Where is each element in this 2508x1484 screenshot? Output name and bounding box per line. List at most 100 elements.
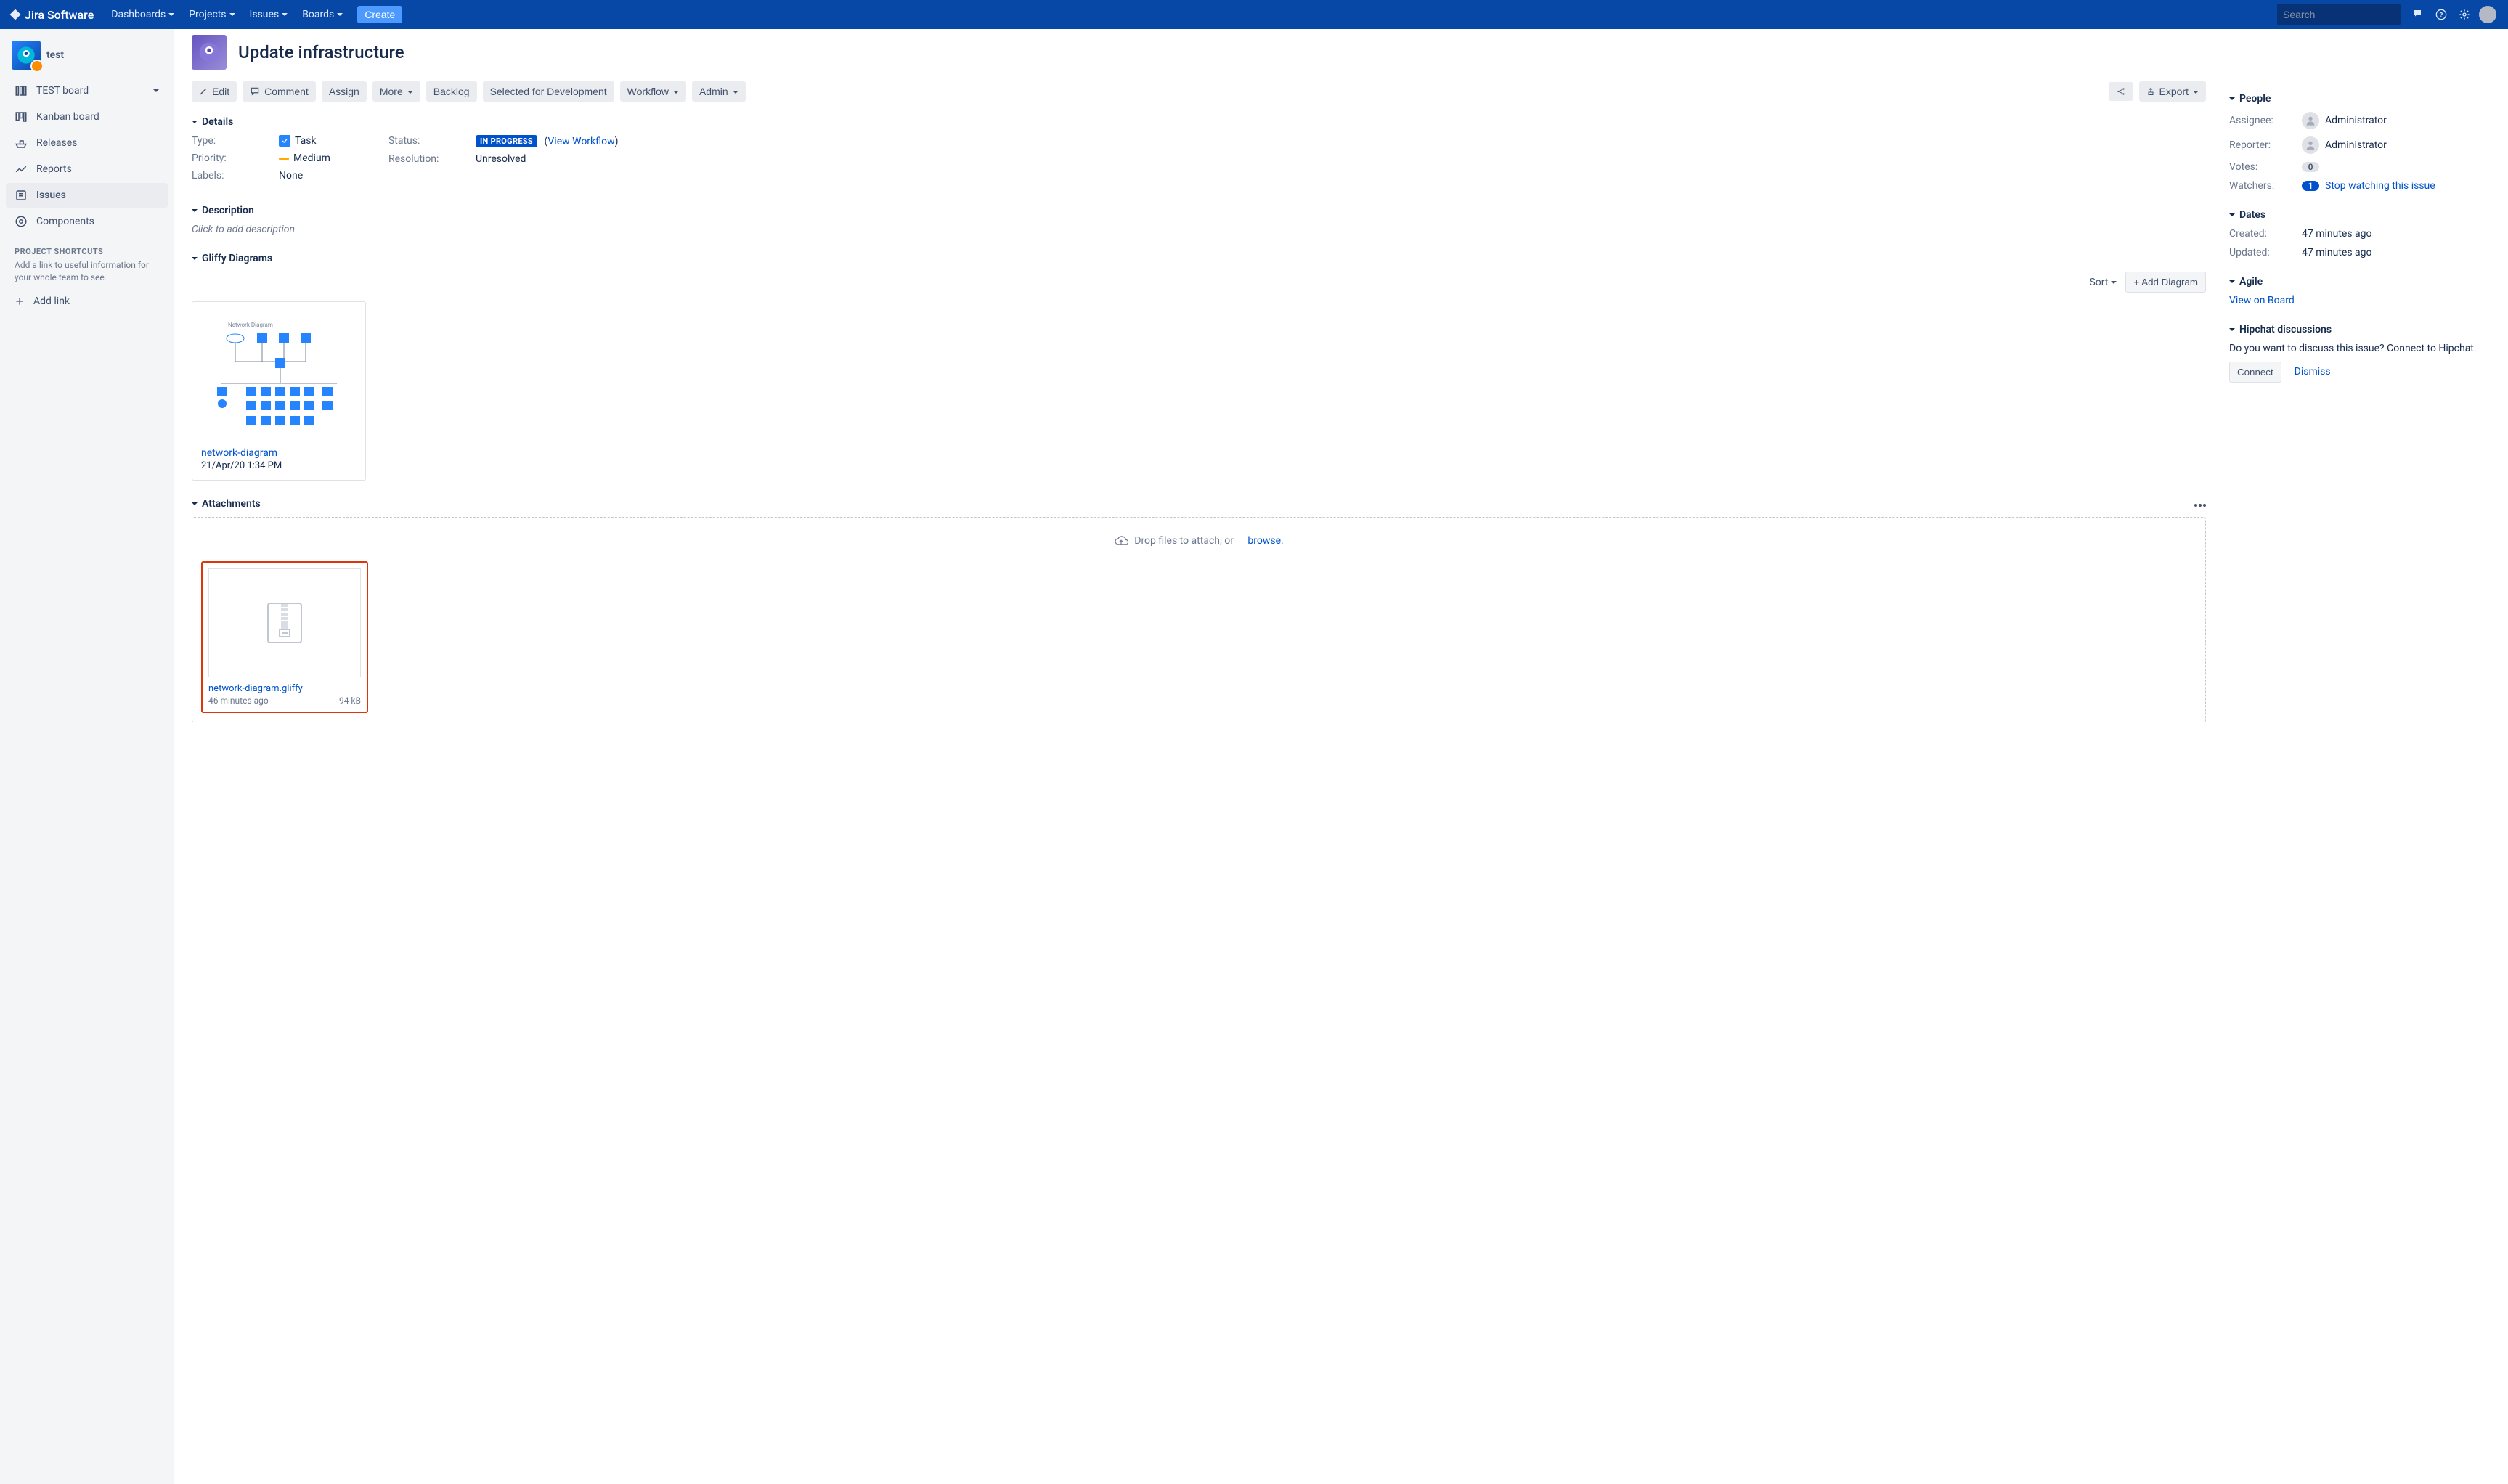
backlog-button[interactable]: Backlog — [426, 81, 477, 102]
workflow-button[interactable]: Workflow — [620, 81, 686, 102]
sidebar-item-issues[interactable]: Issues — [6, 183, 168, 208]
diagram-preview: Network Diagram — [201, 311, 357, 441]
watchers-label: Watchers: — [2229, 180, 2302, 192]
kanban-icon — [15, 110, 28, 123]
chevron-down-icon — [2229, 276, 2235, 288]
issue-avatar — [192, 35, 227, 70]
resolution-value: Unresolved — [476, 153, 526, 165]
priority-value: Medium — [293, 152, 330, 164]
archive-file-icon — [259, 598, 310, 648]
hipchat-connect-button[interactable]: Connect — [2229, 362, 2281, 383]
export-button[interactable]: Export — [2139, 81, 2206, 102]
attachments-more-icon[interactable] — [2194, 498, 2206, 510]
share-icon — [2116, 86, 2126, 97]
add-diagram-button[interactable]: + Add Diagram — [2125, 272, 2206, 293]
search-input[interactable] — [2283, 9, 2414, 20]
assign-button[interactable]: Assign — [322, 81, 367, 102]
shortcuts-desc: Add a link to useful information for you… — [6, 259, 168, 290]
nav-boards[interactable]: Boards — [296, 6, 349, 23]
details-toggle[interactable]: Details — [192, 116, 2206, 128]
selected-button[interactable]: Selected for Development — [483, 81, 614, 102]
brand[interactable]: Jira Software — [9, 8, 94, 22]
labels-label: Labels: — [192, 170, 279, 182]
diagram-name[interactable]: network-diagram — [201, 447, 357, 459]
plus-icon — [15, 296, 25, 306]
diagram-date: 21/Apr/20 1:34 PM — [201, 460, 357, 471]
add-link-button[interactable]: Add link — [6, 290, 168, 313]
component-icon — [15, 215, 28, 228]
browse-link[interactable]: browse. — [1247, 535, 1283, 547]
description-toggle[interactable]: Description — [192, 205, 2206, 216]
stop-watching-link[interactable]: Stop watching this issue — [2325, 180, 2435, 192]
project-name: test — [46, 49, 64, 61]
project-header[interactable]: test — [6, 41, 168, 78]
jira-logo-icon — [9, 8, 22, 21]
ship-icon — [15, 136, 28, 150]
sidebar-item-label: Releases — [36, 137, 77, 149]
agile-section: Agile View on Board — [2229, 276, 2491, 306]
search-box[interactable] — [2277, 4, 2401, 25]
nav-items: Dashboards Projects Issues Boards Create — [105, 6, 402, 23]
attachment-thumb — [208, 568, 361, 677]
profile-avatar[interactable] — [2476, 3, 2499, 26]
attachments-toggle[interactable]: Attachments — [192, 498, 2206, 510]
chevron-down-icon — [2229, 93, 2235, 105]
sidebar-item-board[interactable]: TEST board — [6, 78, 168, 103]
chevron-down-icon — [168, 9, 174, 20]
view-workflow-link[interactable]: View Workflow — [547, 136, 614, 147]
sidebar-item-kanban[interactable]: Kanban board — [6, 105, 168, 129]
settings-icon[interactable] — [2453, 3, 2476, 26]
status-label: Status: — [388, 135, 476, 147]
board-icon — [15, 84, 28, 97]
nav-projects[interactable]: Projects — [183, 6, 240, 23]
attachment-time: 46 minutes ago — [208, 696, 269, 706]
edit-button[interactable]: Edit — [192, 81, 237, 102]
sort-button[interactable]: Sort — [2089, 277, 2117, 288]
attachment-card[interactable]: network-diagram.gliffy 46 minutes ago 94… — [201, 561, 368, 713]
nav-dashboards[interactable]: Dashboards — [105, 6, 180, 23]
hipchat-toggle[interactable]: Hipchat discussions — [2229, 324, 2491, 335]
assignee-value: Administrator — [2325, 115, 2387, 126]
create-button[interactable]: Create — [357, 6, 402, 23]
share-button[interactable] — [2109, 82, 2133, 101]
sidebar-item-label: Components — [36, 216, 94, 227]
comment-button[interactable]: Comment — [243, 81, 316, 102]
more-button[interactable]: More — [372, 81, 420, 102]
issues-icon — [15, 189, 28, 202]
gliffy-toggle[interactable]: Gliffy Diagrams — [192, 253, 2206, 264]
votes-label: Votes: — [2229, 161, 2302, 173]
hipchat-dismiss-link[interactable]: Dismiss — [2287, 362, 2338, 383]
dates-toggle[interactable]: Dates — [2229, 209, 2491, 221]
description-placeholder[interactable]: Click to add description — [192, 224, 2206, 235]
sidebar: test TEST board Kanban board Releases Re… — [0, 29, 174, 1484]
details-section: Details Type: Task Priority: — [192, 116, 2206, 187]
hipchat-section: Hipchat discussions Do you want to discu… — [2229, 324, 2491, 383]
diagram-card[interactable]: Network Diagram — [192, 301, 366, 481]
help-icon[interactable]: ? — [2430, 3, 2453, 26]
created-value: 47 minutes ago — [2302, 228, 2372, 240]
chevron-down-icon — [673, 86, 679, 97]
people-toggle[interactable]: People — [2229, 93, 2491, 105]
people-section: People Assignee: Administrator Reporter:… — [2229, 93, 2491, 192]
attachments-dropzone[interactable]: Drop files to attach, or browse. — [192, 517, 2206, 722]
cloud-upload-icon — [1114, 535, 1128, 547]
nav-issues[interactable]: Issues — [244, 6, 294, 23]
chevron-down-icon — [2229, 209, 2235, 221]
issue-header: Update infrastructure — [192, 29, 2206, 81]
sidebar-item-components[interactable]: Components — [6, 209, 168, 234]
agile-toggle[interactable]: Agile — [2229, 276, 2491, 288]
svg-text:Network Diagram: Network Diagram — [228, 322, 273, 328]
chevron-down-icon — [407, 86, 413, 97]
view-on-board-link[interactable]: View on Board — [2229, 295, 2295, 306]
project-icon — [12, 41, 41, 70]
chevron-down-icon — [192, 116, 198, 128]
description-section: Description Click to add description — [192, 205, 2206, 235]
pencil-icon — [199, 87, 208, 96]
sidebar-item-releases[interactable]: Releases — [6, 131, 168, 155]
admin-button[interactable]: Admin — [692, 81, 746, 102]
attachment-filename[interactable]: network-diagram.gliffy — [208, 683, 361, 694]
chevron-down-icon — [153, 85, 159, 97]
feedback-icon[interactable] — [2406, 3, 2430, 26]
sidebar-item-reports[interactable]: Reports — [6, 157, 168, 182]
created-label: Created: — [2229, 228, 2302, 240]
